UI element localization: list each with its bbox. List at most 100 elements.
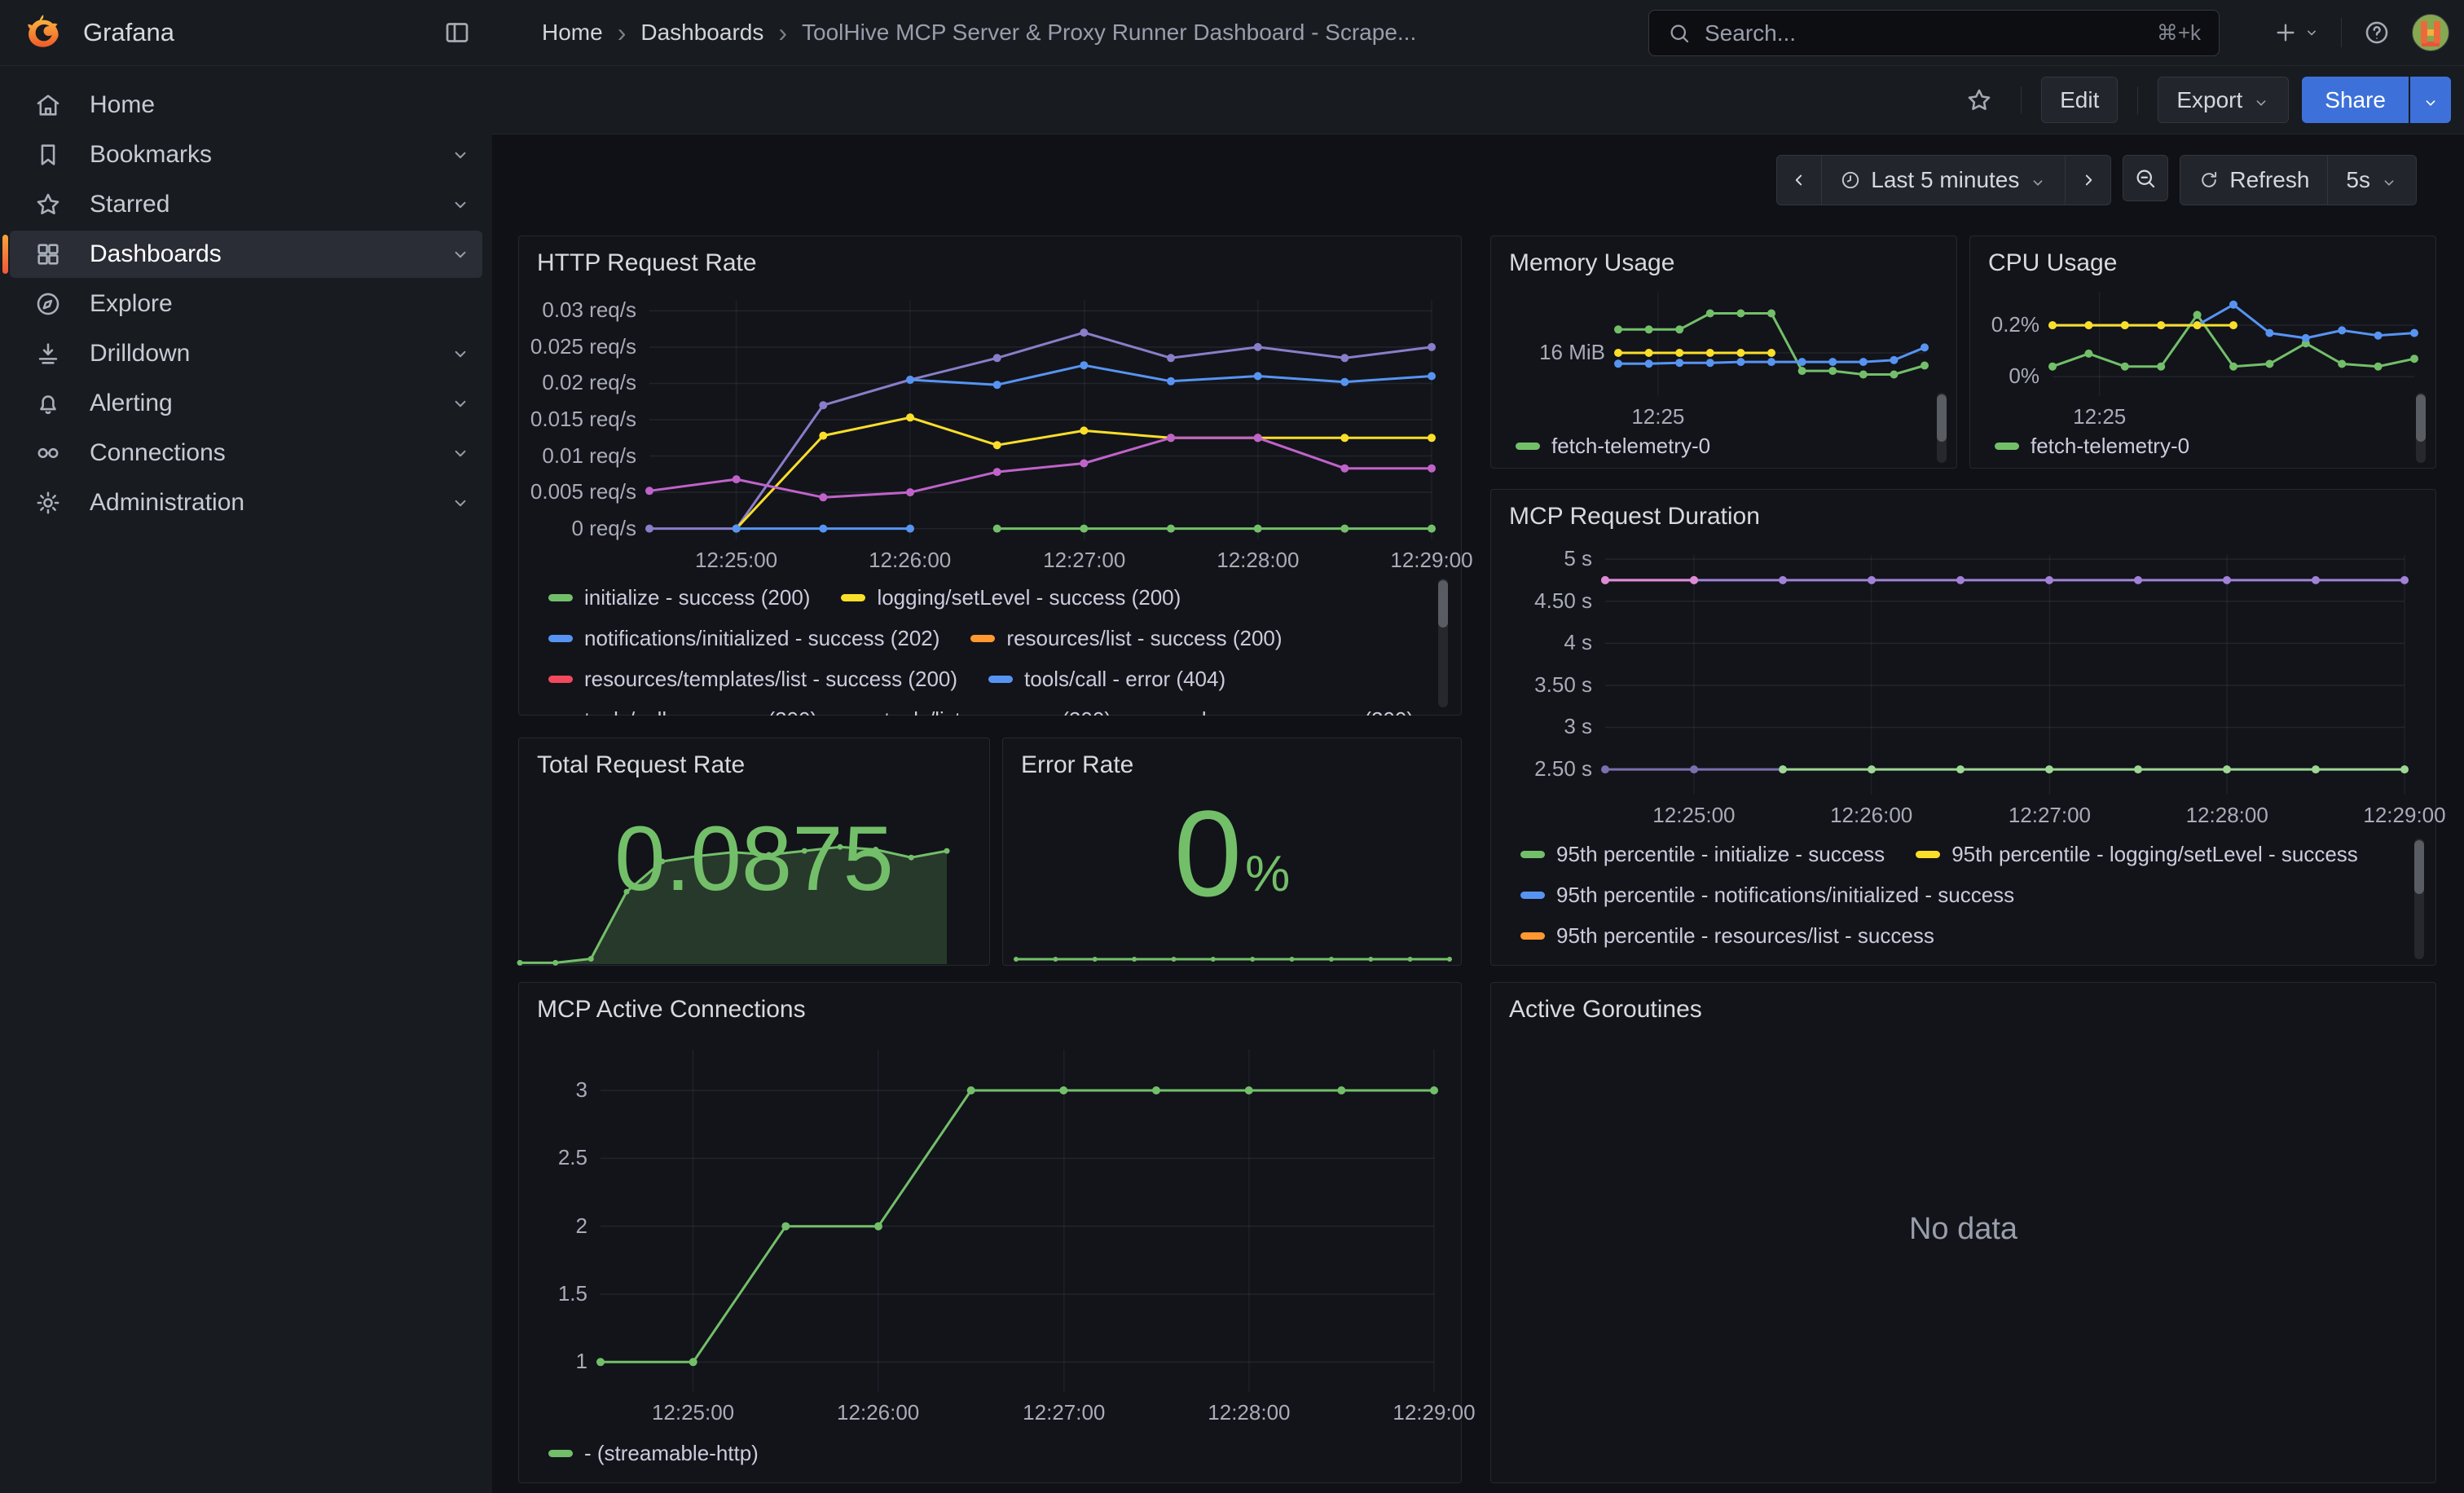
legend-item[interactable]: 95th percentile - resources/templates/li… [1520, 964, 2032, 967]
panel-title[interactable]: HTTP Request Rate [537, 249, 757, 277]
panel-title[interactable]: MCP Active Connections [537, 996, 806, 1024]
panel-title[interactable]: MCP Request Duration [1509, 503, 1760, 531]
breadcrumb-item[interactable]: ToolHive MCP Server & Proxy Runner Dashb… [802, 20, 1416, 46]
sidebar-item-home[interactable]: Home [10, 81, 482, 129]
legend-item[interactable]: 95th percentile - notifications/initiali… [1520, 883, 2014, 908]
grafana-logo-icon[interactable] [23, 12, 64, 53]
panel-active-goroutines: Active Goroutines No data [1490, 982, 2436, 1483]
stat-value: 0 % [1003, 792, 1461, 914]
legend-item[interactable]: tools/list - success (200) [848, 707, 1111, 716]
sidebar-item-starred[interactable]: Starred [10, 181, 482, 228]
chevron-down-icon[interactable] [450, 194, 471, 215]
legend-scrollbar[interactable] [1937, 393, 1947, 463]
legend-item[interactable]: tools/call - success (200) [548, 707, 817, 716]
time-range-picker[interactable]: Last 5 minutes [1822, 155, 2066, 205]
legend-item[interactable]: resources/templates/list - success (200) [548, 667, 957, 692]
panel-title[interactable]: CPU Usage [1988, 249, 2117, 277]
legend-swatch [841, 594, 865, 601]
refresh-label: Refresh [2229, 167, 2309, 193]
error-rate-number: 0 [1174, 792, 1242, 914]
time-controls: Last 5 minutes Refresh 5s [1776, 155, 2417, 205]
legend-swatch [548, 594, 573, 601]
legend-swatch [970, 635, 995, 642]
panel-title[interactable]: Active Goroutines [1509, 996, 1702, 1024]
export-button[interactable]: Export [2158, 77, 2289, 123]
legend-item[interactable]: fetch-telemetry-0 [1516, 434, 1710, 459]
sidebar-item-administration[interactable]: Administration [10, 479, 482, 526]
breadcrumb-separator-icon: › [778, 18, 787, 48]
cpu-usage-chart[interactable]: 12:250.2%0% [1975, 282, 2432, 430]
sidebar-item-dashboards[interactable]: Dashboards [10, 231, 482, 278]
chevron-down-icon[interactable] [450, 343, 471, 364]
favorite-star-button[interactable] [1957, 77, 2001, 123]
http-request-rate-chart[interactable]: 12:25:0012:26:0012:27:0012:28:0012:29:00… [527, 288, 1454, 577]
edit-button[interactable]: Edit [2041, 77, 2118, 123]
sidebar-item-alerting[interactable]: Alerting [10, 380, 482, 427]
legend-item[interactable]: notifications/initialized - success (202… [548, 626, 939, 651]
divider [2341, 18, 2342, 47]
refresh-button[interactable]: Refresh [2180, 155, 2328, 205]
bell-icon [34, 390, 62, 417]
sidebar-item-bookmarks[interactable]: Bookmarks [10, 131, 482, 178]
legend-scrollbar[interactable] [2416, 393, 2426, 463]
memory-usage-chart[interactable]: 12:2516 MiB [1496, 282, 1953, 430]
chevron-down-icon [2380, 171, 2398, 189]
legend-swatch [1516, 443, 1540, 450]
compass-icon [34, 290, 62, 318]
mcp-request-duration-legend: 95th percentile - initialize - success 95… [1520, 834, 2392, 967]
sidebar-item-label: Home [90, 91, 155, 119]
legend-item[interactable]: - (streamable-http) [548, 1441, 759, 1466]
legend-item[interactable]: tools/call - error (404) [988, 667, 1225, 692]
search-placeholder: Search... [1705, 20, 2144, 46]
help-button[interactable] [2363, 19, 2391, 46]
sidebar-item-label: Administration [90, 489, 244, 517]
legend-item[interactable]: logging/setLevel - success (200) [841, 585, 1181, 610]
sidebar-item-connections[interactable]: Connections [10, 429, 482, 477]
panel-title[interactable]: Memory Usage [1509, 249, 1674, 277]
share-button[interactable]: Share [2302, 77, 2409, 123]
chevron-down-icon[interactable] [450, 393, 471, 414]
search-input[interactable]: Search... ⌘+k [1648, 10, 2220, 56]
chevron-down-icon[interactable] [450, 244, 471, 265]
sidebar-item-drilldown[interactable]: Drilldown [10, 330, 482, 377]
search-icon [1667, 21, 1692, 46]
legend-swatch [1520, 892, 1545, 899]
panel-title[interactable]: Error Rate [1021, 751, 1133, 779]
refresh-interval-picker[interactable]: 5s [2328, 155, 2417, 205]
zoom-out-time-button[interactable] [2123, 155, 2168, 201]
add-button[interactable] [2273, 20, 2320, 46]
edit-label: Edit [2060, 87, 2099, 113]
legend-item[interactable]: fetch-telemetry-0 [1995, 434, 2189, 459]
breadcrumb-item[interactable]: Home [542, 20, 603, 46]
sidebar-item-explore[interactable]: Explore [10, 280, 482, 328]
mcp-active-connections-chart[interactable]: 12:25:0012:26:0012:27:0012:28:0012:29:00… [527, 1035, 1454, 1433]
user-avatar[interactable] [2412, 14, 2449, 51]
legend-item[interactable]: unknown - success (200) [1142, 707, 1414, 716]
chevron-down-icon[interactable] [450, 492, 471, 513]
time-shift-back-button[interactable] [1776, 155, 1822, 205]
legend-item[interactable]: resources/list - success (200) [970, 626, 1282, 651]
legend-item[interactable]: initialize - success (200) [548, 585, 810, 610]
star-icon [34, 191, 62, 218]
legend-item[interactable]: 95th percentile - initialize - success [1520, 842, 1885, 867]
legend-scrollbar[interactable] [2414, 839, 2424, 959]
breadcrumb-item[interactable]: Dashboards [640, 20, 763, 46]
error-rate-sparkline [1016, 939, 1450, 960]
panel-cpu-usage: CPU Usage 12:250.2%0% fetch-telemetry-0 [1969, 236, 2436, 469]
legend-item[interactable]: 95th percentile - resources/list - succe… [1520, 923, 1934, 949]
legend-item[interactable]: 95th percentile - logging/setLevel - suc… [1916, 842, 2358, 867]
home-icon [34, 91, 62, 119]
dock-menu-icon[interactable] [442, 18, 472, 47]
sidebar-item-label: Drilldown [90, 340, 190, 368]
time-shift-forward-button[interactable] [2066, 155, 2111, 205]
legend-scrollbar[interactable] [1438, 579, 1448, 707]
chevron-down-icon[interactable] [450, 144, 471, 165]
share-menu-button[interactable] [2409, 77, 2451, 123]
mcp-request-duration-chart[interactable]: 12:25:0012:26:0012:27:0012:28:0012:29:00… [1499, 542, 2429, 834]
chevron-down-icon[interactable] [450, 443, 471, 464]
panel-title[interactable]: Total Request Rate [537, 751, 745, 779]
sidebar-item-label: Explore [90, 290, 173, 318]
zoom-out-icon [2133, 166, 2158, 191]
sidebar-item-label: Dashboards [90, 240, 222, 268]
error-rate-unit: % [1245, 845, 1290, 903]
